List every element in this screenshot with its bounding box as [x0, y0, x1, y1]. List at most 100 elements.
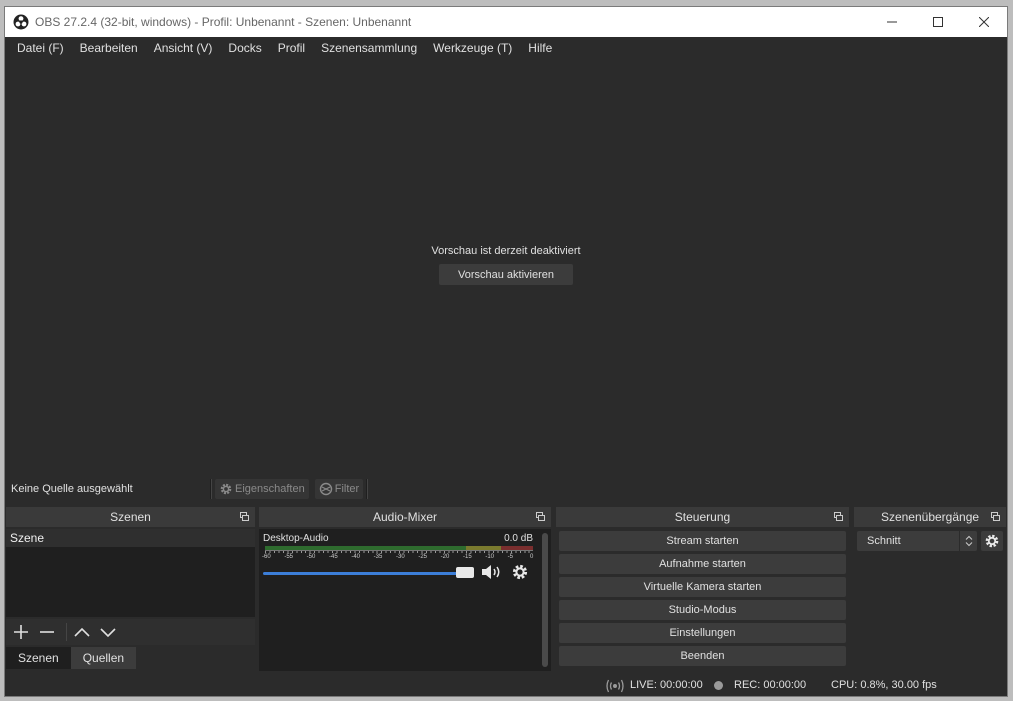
- status-bar: LIVE: 00:00:00 REC: 00:00:00 CPU: 0.8%, …: [5, 675, 1007, 697]
- close-button[interactable]: [961, 7, 1007, 37]
- scene-item[interactable]: Szene: [6, 529, 255, 547]
- chevron-up-icon: [74, 627, 90, 637]
- volume-slider-track[interactable]: [263, 572, 471, 575]
- move-scene-down-button[interactable]: [97, 621, 119, 643]
- volume-slider-handle[interactable]: [456, 567, 474, 578]
- transitions-title-label: Szenenübergänge: [880, 510, 980, 524]
- remove-scene-button[interactable]: [36, 621, 58, 643]
- minimize-icon: [887, 21, 897, 23]
- scenes-dock-title[interactable]: Szenen: [6, 507, 255, 527]
- chevron-down-icon: [100, 628, 116, 638]
- scenes-dock: Szenen Szene Szenen Quellen: [6, 507, 255, 673]
- window-controls: [869, 7, 1007, 37]
- tab-quellen[interactable]: Quellen: [70, 647, 137, 669]
- meter-scale-label: -30: [396, 554, 405, 560]
- meter-scale-label: -40: [351, 554, 360, 560]
- controls-buttons: Stream starten Aufnahme starten Virtuell…: [559, 531, 846, 669]
- scene-tabs: Szenen Quellen: [6, 647, 255, 669]
- menu-datei[interactable]: Datei (F): [9, 37, 72, 59]
- float-dock-icon[interactable]: [240, 512, 249, 521]
- menu-bearbeiten[interactable]: Bearbeiten: [72, 37, 146, 59]
- menu-ansicht[interactable]: Ansicht (V): [146, 37, 221, 59]
- toolbar-separator: [366, 479, 369, 499]
- menu-werkzeuge[interactable]: Werkzeuge (T): [425, 37, 520, 59]
- record-dot-icon: [714, 681, 723, 690]
- no-source-selected-label: Keine Quelle ausgewählt: [11, 483, 133, 495]
- tab-szenen[interactable]: Szenen: [6, 647, 71, 669]
- settings-button[interactable]: Einstellungen: [559, 623, 846, 643]
- add-scene-button[interactable]: [10, 621, 32, 643]
- obs-logo-icon: [13, 14, 29, 30]
- mixer-channel: Desktop-Audio 0.0 dB -60 -55 -50 -45 -40 -35-…: [259, 529, 551, 671]
- menu-bar: Datei (F) Bearbeiten Ansicht (V) Docks P…: [5, 37, 1007, 59]
- transitions-dock-title[interactable]: Szenenübergänge: [854, 507, 1006, 527]
- start-virtual-camera-button[interactable]: Virtuelle Kamera starten: [559, 577, 846, 597]
- meter-scale-label: -20: [440, 554, 450, 560]
- live-status: LIVE: 00:00:00: [630, 679, 703, 691]
- move-scene-up-button[interactable]: [71, 621, 93, 643]
- meter-scale-label: -15: [463, 554, 472, 560]
- toolbar-separator: [210, 479, 212, 499]
- meter-scale-label: -5: [507, 554, 513, 560]
- filter-icon: [319, 482, 332, 496]
- properties-label: Eigenschaften: [235, 483, 305, 495]
- speaker-icon[interactable]: [480, 563, 504, 581]
- source-toolbar: Keine Quelle ausgewählt Eigenschaften Fi…: [5, 477, 1007, 501]
- properties-button[interactable]: Eigenschaften: [215, 479, 309, 499]
- menu-hilfe[interactable]: Hilfe: [520, 37, 560, 59]
- enable-preview-button[interactable]: Vorschau aktivieren: [439, 264, 573, 285]
- preview-disabled-message: Vorschau ist derzeit deaktiviert: [431, 245, 581, 257]
- obs-window: OBS 27.2.4 (32-bit, windows) - Profil: U…: [4, 6, 1008, 697]
- filter-button[interactable]: Filter: [314, 479, 364, 499]
- mixer-scrollbar[interactable]: [542, 533, 548, 667]
- rec-status: REC: 00:00:00: [734, 679, 807, 691]
- start-recording-button[interactable]: Aufnahme starten: [559, 554, 846, 574]
- meter-scale-label: -60: [262, 554, 271, 560]
- meter-scale-label: -55: [284, 554, 293, 560]
- meter-scale-label: 0: [530, 554, 534, 560]
- controls-dock-title[interactable]: Steuerung: [556, 507, 849, 527]
- meter-scale-label: -50: [306, 554, 316, 560]
- controls-dock: Steuerung Stream starten Aufnahme starte…: [556, 507, 849, 673]
- cpu-status: CPU: 0.8%, 30.00 fps: [831, 679, 937, 691]
- channel-db: 0.0 dB: [504, 533, 533, 544]
- preview-area[interactable]: Vorschau ist derzeit deaktiviert Vorscha…: [5, 59, 1007, 475]
- float-dock-icon[interactable]: [991, 512, 1000, 521]
- float-dock-icon[interactable]: [536, 512, 545, 521]
- audio-mixer-dock: Audio-Mixer Desktop-Audio 0.0 dB -60 -55 -…: [259, 507, 551, 673]
- transitions-dock: Szenenübergänge Schnitt: [854, 507, 1006, 673]
- meter-scale-label: -45: [329, 554, 338, 560]
- float-dock-icon[interactable]: [834, 512, 843, 521]
- plus-icon: [14, 625, 28, 639]
- gear-icon: [220, 483, 232, 495]
- window-title: OBS 27.2.4 (32-bit, windows) - Profil: U…: [35, 15, 412, 29]
- transition-select[interactable]: Schnitt: [857, 531, 977, 551]
- meter-scale: -60 -55 -50 -45 -40 -35 -30 -25 -20 -15 -10 -5 0: [262, 554, 538, 562]
- exit-button[interactable]: Beenden: [559, 646, 846, 666]
- broadcast-icon: [606, 679, 624, 693]
- transition-row: Schnitt: [857, 531, 1006, 551]
- transition-settings-button[interactable]: [981, 531, 1003, 551]
- gear-icon[interactable]: [511, 563, 529, 581]
- studio-mode-button[interactable]: Studio-Modus: [559, 600, 846, 620]
- meter-scale-label: -10: [485, 554, 494, 560]
- channel-name: Desktop-Audio: [263, 533, 329, 544]
- scene-list: Szene: [6, 529, 255, 617]
- audio-mixer-dock-title[interactable]: Audio-Mixer: [259, 507, 551, 527]
- maximize-button[interactable]: [915, 7, 961, 37]
- meter-scale-label: -35: [373, 554, 383, 560]
- meter-scale-label: -25: [418, 554, 427, 560]
- minimize-button[interactable]: [869, 7, 915, 37]
- menu-docks[interactable]: Docks: [220, 37, 269, 59]
- title-bar[interactable]: OBS 27.2.4 (32-bit, windows) - Profil: U…: [5, 7, 1007, 37]
- start-stream-button[interactable]: Stream starten: [559, 531, 846, 551]
- menu-profil[interactable]: Profil: [270, 37, 313, 59]
- controls-title-label: Steuerung: [674, 510, 731, 524]
- filter-label: Filter: [334, 483, 360, 495]
- meter-ticks: [265, 550, 533, 553]
- minus-icon: [40, 631, 54, 633]
- updown-arrows-icon: [959, 531, 977, 551]
- gear-icon: [985, 534, 999, 548]
- scenes-dock-title-label: Szenen: [110, 510, 151, 524]
- menu-szenensammlung[interactable]: Szenensammlung: [313, 37, 425, 59]
